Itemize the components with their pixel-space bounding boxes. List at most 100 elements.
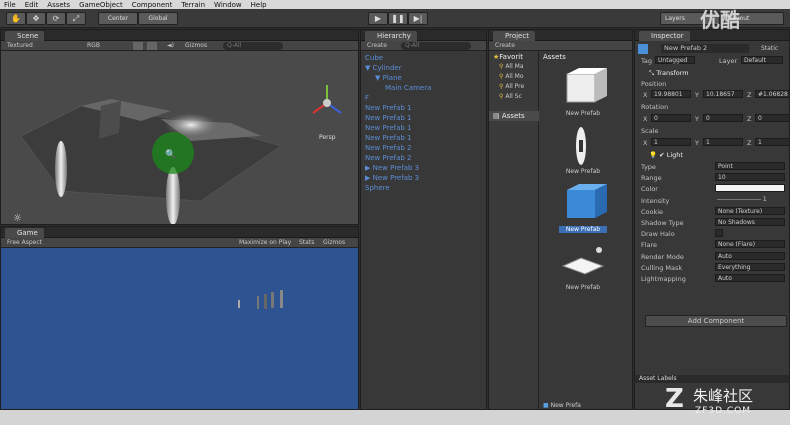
light-prop-label: Render Mode xyxy=(641,252,684,261)
light-prop-field[interactable]: 1 xyxy=(715,196,785,204)
menu-bar: File Edit Assets GameObject Component Terrain… xyxy=(0,0,790,9)
pause-button[interactable]: ❚❚ xyxy=(388,12,408,25)
light-enabled-checkbox[interactable]: ✔ xyxy=(659,151,664,159)
stats-toggle[interactable]: Stats xyxy=(299,238,314,248)
scale-y-field[interactable]: 1 xyxy=(703,138,743,146)
asset-prefab-item[interactable]: New Prefab xyxy=(559,126,607,175)
scene-lighting-toggle[interactable] xyxy=(133,42,143,50)
game-viewport xyxy=(1,248,358,409)
menu-assets[interactable]: Assets xyxy=(47,1,70,9)
menu-component[interactable]: Component xyxy=(132,1,173,9)
object-name-field[interactable]: New Prefab 2 xyxy=(661,44,749,53)
scene-panel: Scene Textured RGB ◄) Gizmos Q-All 🔍 Per… xyxy=(0,29,359,225)
assets-folder[interactable]: ▤ Assets xyxy=(489,111,539,121)
scene-search-input[interactable]: Q-All xyxy=(223,42,283,50)
hierarchy-item[interactable]: F xyxy=(365,94,369,102)
rotation-y-field[interactable]: 0 xyxy=(703,114,743,122)
tab-hierarchy[interactable]: Hierarchy xyxy=(365,31,417,41)
light-prop-field[interactable] xyxy=(715,229,723,238)
project-tree: ★Favorit ⚲ All Ma ⚲ All Mo ⚲ All Pre ⚲ All … xyxy=(489,51,539,409)
aspect-dropdown[interactable]: Free Aspect xyxy=(7,238,42,248)
hierarchy-item[interactable]: New Prefab 2 xyxy=(365,154,412,162)
favorite-item[interactable]: ⚲ All Sc xyxy=(499,93,522,100)
youku-watermark: 优酷 xyxy=(700,8,740,32)
rotate-tool-button[interactable]: ⟳ xyxy=(46,12,66,25)
asset-prefab-item[interactable]: New Prefab xyxy=(559,184,607,233)
menu-edit[interactable]: Edit xyxy=(25,1,39,9)
pivot-global-button[interactable]: Global xyxy=(138,12,178,25)
add-component-button[interactable]: Add Component xyxy=(645,315,787,327)
audio-icon[interactable]: ◄) xyxy=(167,41,174,51)
menu-help[interactable]: Help xyxy=(251,1,267,9)
light-prop-field[interactable]: Auto xyxy=(715,274,785,282)
asset-prefab-item[interactable]: New Prefab xyxy=(559,68,607,117)
light-prop-field[interactable]: Point xyxy=(715,162,785,170)
pivot-center-button[interactable]: Center xyxy=(98,12,138,25)
light-prop-field[interactable]: No Shadows xyxy=(715,218,785,226)
light-prop-field[interactable]: Auto xyxy=(715,251,785,260)
light-prop-field[interactable] xyxy=(715,184,785,193)
light-prop-field[interactable]: None (Texture) xyxy=(715,206,785,215)
play-button[interactable]: ▶ xyxy=(368,12,388,25)
hierarchy-item[interactable]: ▶ New Prefab 3 xyxy=(365,164,419,172)
scene-effects-toggle[interactable] xyxy=(147,42,157,50)
position-x-field[interactable]: 19.98801 xyxy=(651,90,691,98)
position-z-field[interactable]: #1.06828 xyxy=(755,90,789,98)
favorites-header[interactable]: ★Favorit xyxy=(493,53,523,61)
static-checkbox[interactable]: Static xyxy=(761,45,778,52)
light-prop-field[interactable]: None (Flare) xyxy=(715,240,785,249)
favorite-item[interactable]: ⚲ All Pre xyxy=(499,83,524,90)
hierarchy-item[interactable]: ▶ New Prefab 3 xyxy=(365,174,419,182)
scene-viewport[interactable]: 🔍 Persp ☼ xyxy=(1,51,359,225)
game-gizmos-dropdown[interactable]: Gizmos xyxy=(323,238,345,248)
light-header[interactable]: 💡 ✔ Light xyxy=(649,151,683,159)
scale-z-field[interactable]: 1 xyxy=(755,138,789,146)
step-button[interactable]: ▶| xyxy=(408,12,428,25)
scl-x-label: X xyxy=(643,139,648,147)
menu-gameobject[interactable]: GameObject xyxy=(79,1,123,9)
light-prop-field[interactable]: Everything xyxy=(715,262,785,271)
tab-inspector[interactable]: Inspector xyxy=(639,31,690,41)
hierarchy-item[interactable]: New Prefab 1 xyxy=(365,104,412,112)
render-mode-dropdown[interactable]: RGB xyxy=(87,41,100,51)
tab-scene[interactable]: Scene xyxy=(5,31,45,41)
hierarchy-item[interactable]: New Prefab 1 xyxy=(365,124,412,132)
menu-terrain[interactable]: Terrain xyxy=(181,1,205,9)
hierarchy-item[interactable]: ▼ Plane xyxy=(375,74,402,82)
hierarchy-item[interactable]: Main Camera xyxy=(385,84,431,92)
favorite-item[interactable]: ⚲ All Mo xyxy=(499,73,524,80)
light-prop-label: Cookie xyxy=(641,207,664,216)
light-prop-field[interactable]: 10 xyxy=(715,173,785,182)
shading-mode-dropdown[interactable]: Textured xyxy=(7,41,33,51)
position-y-field[interactable]: 10.18657 xyxy=(703,90,743,98)
rotation-z-field[interactable]: 0 xyxy=(755,114,789,122)
hierarchy-item[interactable]: Cube xyxy=(365,54,383,62)
light-prop-label: Intensity xyxy=(641,196,670,205)
hierarchy-search-input[interactable]: Q-All xyxy=(401,42,471,50)
tag-dropdown[interactable]: Untagged xyxy=(655,56,695,64)
transform-header[interactable]: ⤡ Transform xyxy=(649,69,689,78)
scene-gizmos-dropdown[interactable]: Gizmos xyxy=(185,41,207,51)
move-tool-button[interactable]: ✥ xyxy=(26,12,46,25)
asset-prefab-item[interactable]: New Prefab xyxy=(559,242,607,291)
favorite-item[interactable]: ⚲ All Ma xyxy=(499,63,524,70)
rotation-x-field[interactable]: 0 xyxy=(651,114,691,122)
layer-dropdown[interactable]: Default xyxy=(741,56,783,64)
tab-game[interactable]: Game xyxy=(5,228,44,238)
hierarchy-item[interactable]: New Prefab 1 xyxy=(365,114,412,122)
hand-tool-button[interactable]: ✋ xyxy=(6,12,26,25)
hierarchy-item[interactable]: Sphere xyxy=(365,184,390,192)
hierarchy-create-dropdown[interactable]: Create xyxy=(367,41,387,51)
hierarchy-item[interactable]: New Prefab 2 xyxy=(365,144,412,152)
menu-window[interactable]: Window xyxy=(214,1,242,9)
scale-tool-button[interactable]: ⤢ xyxy=(66,12,86,25)
tab-project[interactable]: Project xyxy=(493,31,535,41)
search-icon: ⚲ xyxy=(499,73,504,80)
hierarchy-item[interactable]: ▼ Cylinder xyxy=(365,64,402,72)
project-create-dropdown[interactable]: Create xyxy=(495,41,515,51)
menu-file[interactable]: File xyxy=(4,1,16,9)
scale-x-field[interactable]: 1 xyxy=(651,138,691,146)
maximize-on-play-toggle[interactable]: Maximize on Play xyxy=(239,238,291,248)
hierarchy-item[interactable]: New Prefab 1 xyxy=(365,134,412,142)
persp-label[interactable]: Persp xyxy=(319,134,336,141)
